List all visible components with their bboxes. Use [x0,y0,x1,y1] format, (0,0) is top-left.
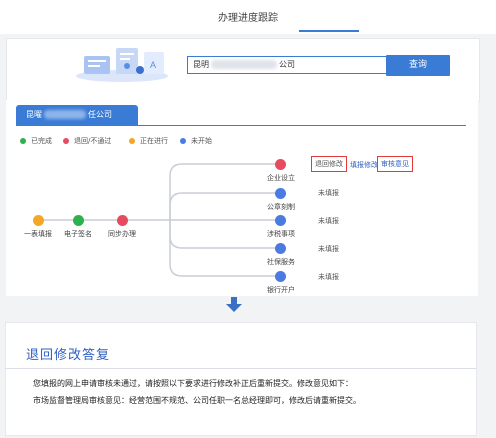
status-social-security: 未填报 [318,245,339,253]
step-node-form-fill[interactable] [33,215,44,226]
branch-node-business-setup[interactable] [275,159,286,170]
step-label-sync: 同步办理 [108,230,136,238]
status-seal: 未填报 [318,189,339,197]
branch-label-business-setup: 企业设立 [267,174,295,182]
review-opinion-link[interactable]: 审核意见 [377,156,413,172]
step-node-sync[interactable] [117,215,128,226]
reply-divider [5,368,477,369]
reply-text-line-2: 市场监督管理局审核意见：经营范围不规范、公司任职一名总经理即可，修改后请重新提交… [33,396,361,405]
step-node-e-sign[interactable] [73,215,84,226]
branch-label-bank: 银行开户 [267,286,295,294]
reply-text-line-1: 您填报的网上申请审核未通过，请按照以下要求进行修改补正后重新提交。修改意见如下： [33,379,353,388]
reply-title: 退回修改答复 [26,348,111,363]
branch-node-bank[interactable] [275,271,286,282]
status-bank: 未填报 [318,273,339,281]
branch-label-seal: 公章刻制 [267,203,295,211]
edit-submission-link[interactable]: 填报修改 [350,160,378,170]
branch-label-tax: 涉税事项 [267,230,295,238]
branch-node-tax[interactable] [275,215,286,226]
branch-node-seal[interactable] [275,188,286,199]
arrow-down-icon [226,297,242,312]
status-tax: 未填报 [318,217,339,225]
branch-node-social-security[interactable] [275,243,286,254]
branch-label-social-security: 社保服务 [267,258,295,266]
status-returned-badge: 退回修改 [311,156,347,172]
